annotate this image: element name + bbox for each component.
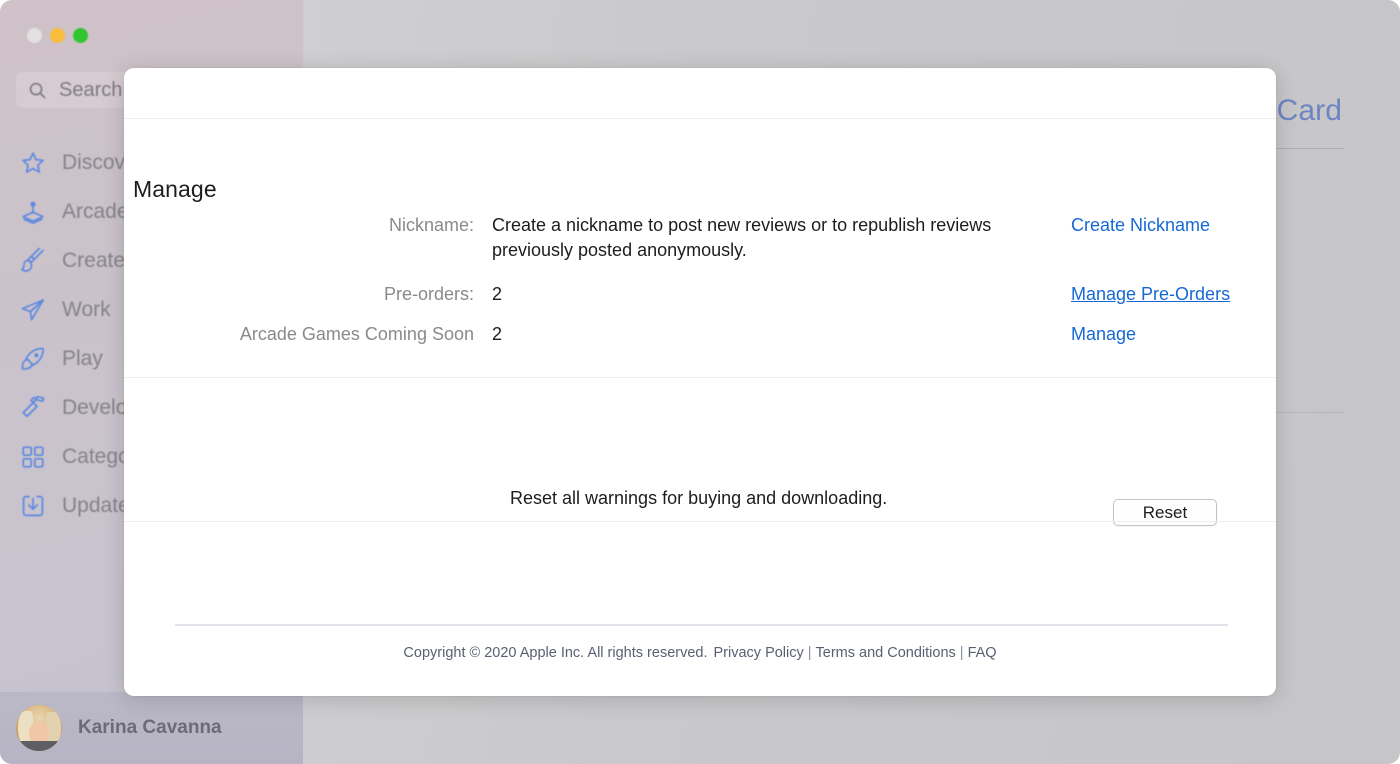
download-icon	[20, 493, 46, 519]
screen: t Card Search Discover Arcade Create Wor…	[0, 0, 1400, 764]
reset-warnings-section: Reset all warnings for buying and downlo…	[124, 488, 1276, 526]
manage-pre-orders-link[interactable]: Manage Pre-Orders	[1071, 282, 1276, 307]
grid-icon	[20, 444, 46, 470]
star-icon	[20, 150, 46, 176]
row-label: Nickname:	[388, 215, 474, 235]
user-name: Karina Cavanna	[78, 717, 222, 738]
footer-divider	[175, 624, 1228, 626]
minimize-window-button[interactable]	[50, 28, 65, 43]
account-settings-dialog: Manage Nickname: Create a nickname to po…	[124, 68, 1276, 696]
paper-plane-icon	[20, 297, 46, 323]
sidebar-item-label: Create	[62, 248, 126, 272]
dialog-footer: Copyright © 2020 Apple Inc. All rights r…	[124, 624, 1276, 696]
terms-and-conditions-link[interactable]: Terms and Conditions	[816, 645, 956, 661]
joystick-icon	[20, 199, 46, 225]
row-value: Create a nickname to post new reviews or…	[492, 215, 992, 260]
manage-rows: Nickname: Create a nickname to post new …	[124, 213, 1276, 353]
paintbrush-icon	[20, 247, 46, 274]
create-nickname-link[interactable]: Create Nickname	[1071, 213, 1276, 238]
dialog-toolbar	[124, 68, 1276, 118]
footer-separator: |	[959, 645, 964, 661]
row-nickname: Nickname: Create a nickname to post new …	[124, 213, 1276, 263]
row-arcade-games-coming-soon: Arcade Games Coming Soon 2 Manage	[124, 322, 1276, 353]
hammer-icon	[20, 395, 46, 421]
maximize-window-button[interactable]	[73, 28, 88, 43]
rocket-icon	[20, 346, 46, 372]
footer-separator: |	[807, 645, 812, 661]
row-value: 2	[492, 324, 503, 344]
dialog-divider-middle	[124, 377, 1276, 378]
footer-legal: Copyright © 2020 Apple Inc. All rights r…	[124, 645, 1276, 661]
close-window-button[interactable]	[27, 28, 42, 43]
row-label: Arcade Games Coming Soon	[239, 324, 474, 344]
sidebar-user-account[interactable]: Karina Cavanna	[0, 692, 303, 764]
row-label: Pre-orders:	[383, 284, 474, 304]
sidebar-item-label: Play	[62, 346, 103, 370]
avatar	[16, 705, 62, 751]
dialog-divider-bottom	[124, 521, 1276, 522]
copyright-text: Copyright © 2020 Apple Inc. All rights r…	[403, 645, 708, 661]
sidebar-item-label: Work	[62, 297, 111, 321]
search-icon	[29, 82, 46, 98]
manage-arcade-link[interactable]: Manage	[1071, 322, 1276, 347]
search-placeholder: Search	[59, 78, 123, 101]
window-traffic-lights	[27, 28, 88, 43]
page-title: Manage	[133, 176, 217, 202]
row-preorders: Pre-orders: 2 Manage Pre-Orders	[124, 282, 1276, 313]
faq-link[interactable]: FAQ	[968, 645, 997, 661]
dialog-divider-top	[124, 118, 1276, 119]
reset-warnings-label: Reset all warnings for buying and downlo…	[510, 488, 888, 508]
row-value: 2	[492, 284, 503, 304]
privacy-policy-link[interactable]: Privacy Policy	[714, 645, 804, 661]
sidebar-item-label: Arcade	[62, 199, 129, 223]
